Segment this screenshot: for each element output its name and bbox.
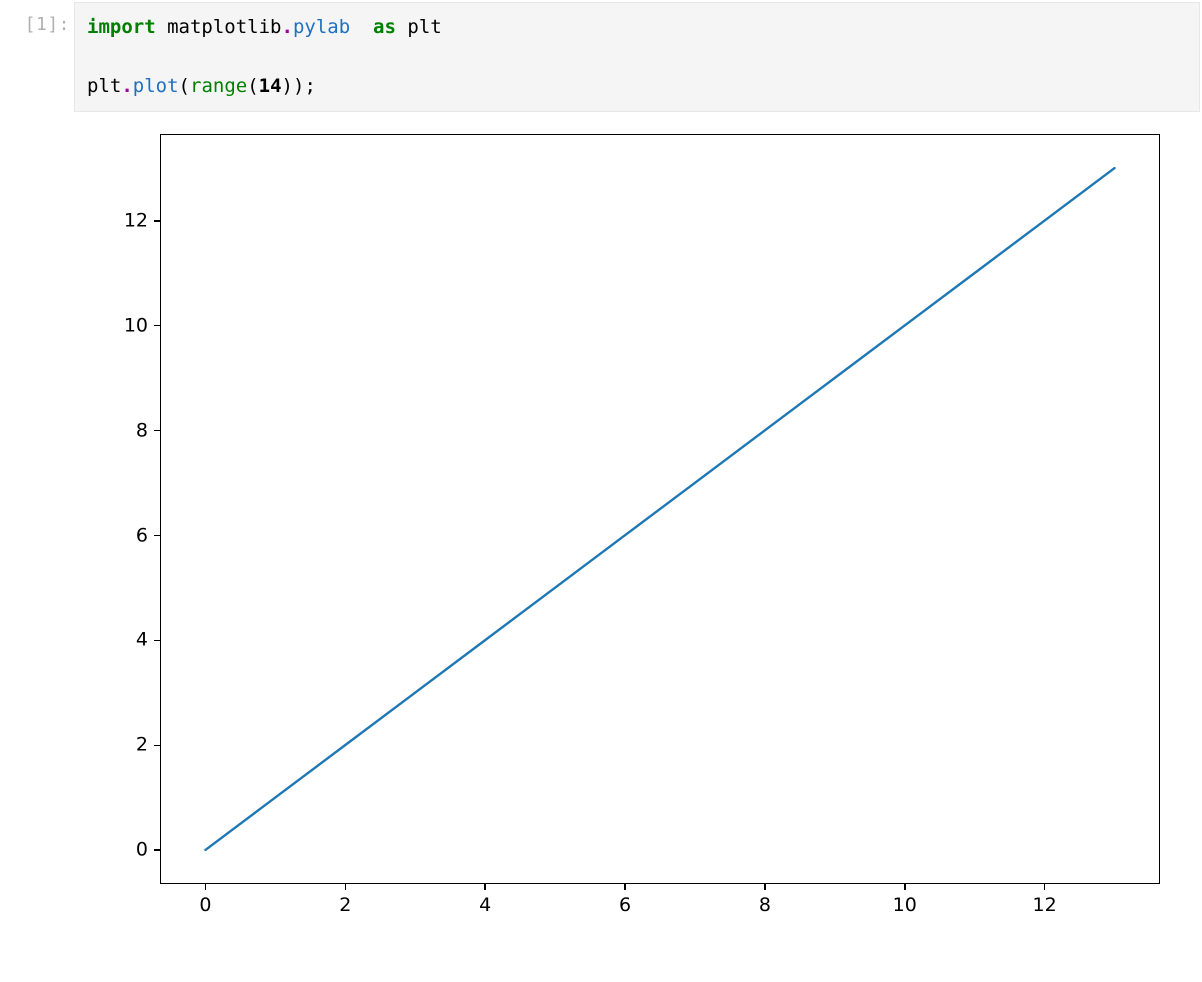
prompt-number: 1 <box>36 14 47 35</box>
code-token: ) <box>282 75 293 97</box>
code-token: plt <box>87 75 121 97</box>
code-token: ( <box>179 75 190 97</box>
cell-output: 024681012024681012 <box>0 114 1202 952</box>
cell-prompt: [1]: <box>0 0 70 35</box>
code-token: . <box>281 16 292 38</box>
line-series <box>205 168 1114 850</box>
code-token: plt <box>407 16 441 38</box>
code-token: range <box>190 75 247 97</box>
prompt-open-bracket: [ <box>25 14 36 35</box>
plot-svg <box>70 122 1160 952</box>
code-token: plot <box>133 75 179 97</box>
code-token: pylab <box>293 16 350 38</box>
prompt-colon: : <box>59 14 70 35</box>
output-gutter <box>0 114 66 952</box>
code-token: as <box>373 16 396 38</box>
chart: 024681012024681012 <box>70 122 1160 952</box>
code-token: . <box>121 75 132 97</box>
code-editor[interactable]: import matplotlib.pylab as plt plt.plot(… <box>74 2 1200 112</box>
code-token: import <box>87 16 156 38</box>
code-token: ; <box>304 75 315 97</box>
code-token: ) <box>293 75 304 97</box>
output-figure: 024681012024681012 <box>66 114 1160 952</box>
code-token: matplotlib <box>167 16 281 38</box>
prompt-close-bracket: ] <box>47 14 58 35</box>
code-token: ( <box>247 75 258 97</box>
notebook-cell: [1]: import matplotlib.pylab as plt plt.… <box>0 0 1202 114</box>
code-token: 14 <box>259 75 282 97</box>
